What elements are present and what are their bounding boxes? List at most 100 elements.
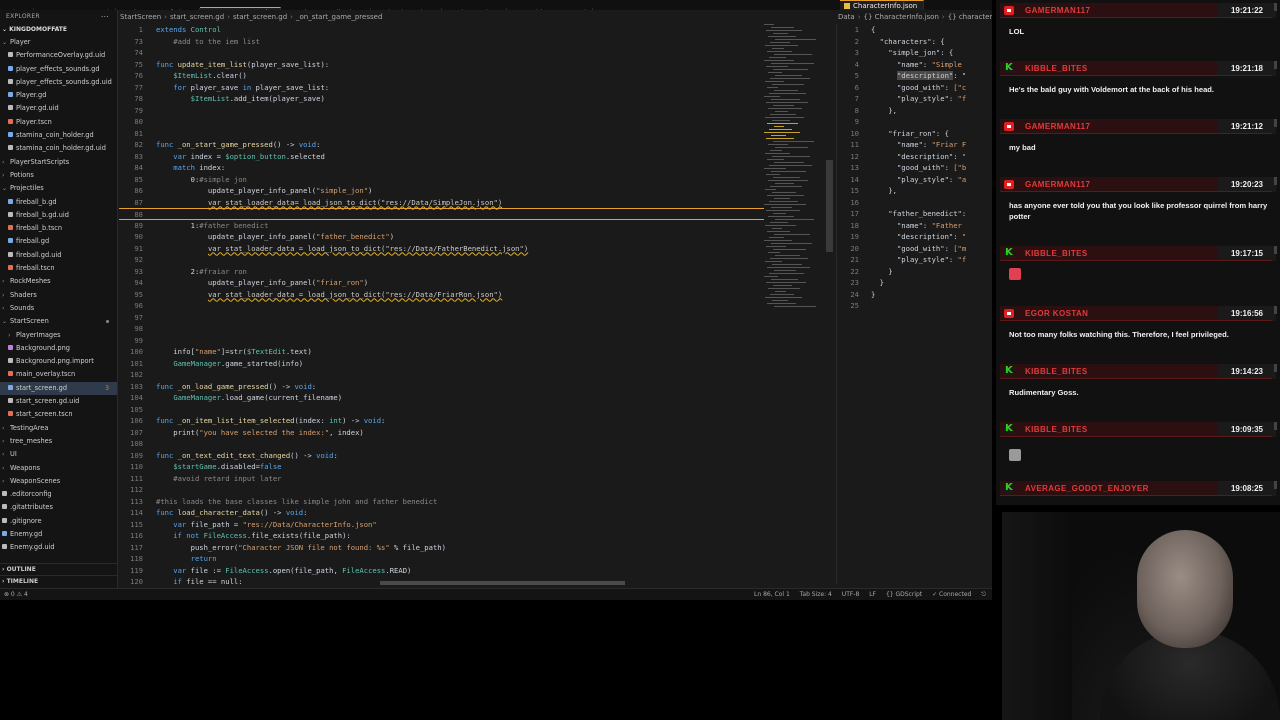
folder-item[interactable]: › PlayerImages <box>0 329 117 342</box>
file-item[interactable]: player_effects_sounds.gd <box>0 63 117 76</box>
chevron-down-icon[interactable]: ⌄ <box>2 182 10 195</box>
minimap[interactable] <box>764 24 820 324</box>
json-line[interactable]: 11 "name": "Friar F <box>837 139 966 151</box>
json-line[interactable]: 4 "name": "Simple <box>837 59 962 71</box>
tab-size[interactable]: Tab Size: 4 <box>800 591 832 598</box>
json-line[interactable]: 10 "friar_ron": { <box>837 128 949 140</box>
json-line[interactable]: 24} <box>837 289 875 301</box>
editor-tab[interactable]: start_screen.gd 3 <box>200 7 282 10</box>
json-line[interactable]: 25 <box>837 300 871 312</box>
file-item[interactable]: player_effects_sounds.gd.uid <box>0 76 117 89</box>
code-line[interactable]: 88 <box>119 208 764 220</box>
json-line[interactable]: 9 <box>837 116 871 128</box>
file-item[interactable]: Player.gd.uid <box>0 102 117 115</box>
file-item[interactable]: fireball_b.gd.uid <box>0 209 117 222</box>
json-line[interactable]: 12 "description": " <box>837 151 966 163</box>
json-line[interactable]: 23 } <box>837 277 884 289</box>
code-line[interactable]: 99 <box>119 335 834 347</box>
language-mode[interactable]: {} GDScript <box>886 591 922 598</box>
code-line[interactable]: 118 return <box>119 553 834 565</box>
code-line[interactable]: 100 info["name"]=str($TextEdit.text) <box>119 346 834 358</box>
problems-indicator[interactable]: ⊗ 0 ⚠ 4 <box>4 589 28 600</box>
editor-tab[interactable]: CharacterInfo.json <box>116 8 201 10</box>
code-line[interactable]: 104 GameManager.load_game(current_filena… <box>119 392 834 404</box>
code-line[interactable]: 112 <box>119 484 834 496</box>
json-line[interactable]: 15 }, <box>837 185 897 197</box>
code-line[interactable]: 114 func load_character_data() -> void: <box>119 507 834 519</box>
json-line[interactable]: 2 "characters": { <box>837 36 945 48</box>
json-line[interactable]: 21 "play_style": "f <box>837 254 966 266</box>
folder-item[interactable]: › Shaders <box>0 289 117 302</box>
file-item[interactable]: stamina_coin_holder.gd.uid <box>0 142 117 155</box>
code-line[interactable]: 105 <box>119 404 834 416</box>
code-line[interactable]: 97 <box>119 312 834 324</box>
folder-item[interactable]: › Weapons <box>0 462 117 475</box>
file-item[interactable]: start_screen.gd 3 <box>0 381 117 396</box>
code-line[interactable]: 109 func _on_text_edit_text_changed() -> … <box>119 450 834 462</box>
code-line[interactable]: 116 if not FileAccess.file_exists(file_p… <box>119 530 834 542</box>
chevron-right-icon[interactable]: › <box>2 475 10 488</box>
chevron-right-icon[interactable]: › <box>2 275 10 288</box>
code-line[interactable]: 107 print("you have selected the index:"… <box>119 427 834 439</box>
file-item[interactable]: Player.tscn <box>0 116 117 129</box>
code-line[interactable]: 74 <box>119 47 834 59</box>
code-line[interactable]: 75 func update_item_list(player_save_list… <box>119 59 834 71</box>
chevron-right-icon[interactable]: › <box>2 289 10 302</box>
chevron-right-icon[interactable]: › <box>2 302 10 315</box>
tab-character-info-json-right[interactable]: CharacterInfo.json <box>840 0 925 10</box>
file-item[interactable]: fireball.gd <box>0 235 117 248</box>
cursor-position[interactable]: Ln 86, Col 1 <box>754 591 790 598</box>
json-line[interactable]: 1{ <box>837 24 876 36</box>
chevron-right-icon[interactable]: › <box>2 156 10 169</box>
json-line[interactable]: 6 "good_with": ["c <box>837 82 967 94</box>
file-item[interactable]: fireball.gd.uid <box>0 249 117 262</box>
code-line[interactable]: 82 func _on_start_game_pressed() -> void: <box>119 139 834 151</box>
code-line[interactable]: 81 <box>119 128 834 140</box>
editor-tab[interactable]: FatherBenedict.json <box>281 8 371 10</box>
json-line[interactable]: 14 "play_style": "a <box>837 174 966 186</box>
code-line[interactable]: 80 <box>119 116 834 128</box>
file-item[interactable]: fireball_b.tscn <box>0 222 117 235</box>
code-line[interactable]: 95 var stat_loader_data = load_json_to_d… <box>119 289 834 301</box>
code-line[interactable]: 110 $startGame.disabled=false <box>119 461 834 473</box>
breadcrumb-item[interactable]: start_screen.gd <box>233 13 287 21</box>
file-item[interactable]: PerformanceOverlay.gd.uid <box>0 49 117 62</box>
json-line[interactable]: 5 "description": " <box>837 70 966 82</box>
vertical-scrollbar[interactable] <box>826 160 833 252</box>
chevron-down-icon[interactable]: ⌄ <box>2 36 10 49</box>
file-item[interactable]: fireball_b.gd <box>0 196 117 209</box>
folder-item[interactable]: › tree_meshes <box>0 435 117 448</box>
code-line[interactable]: 94 update_player_info_panel("friar_ron") <box>119 277 834 289</box>
code-line[interactable]: 77 for player_save in player_save_list: <box>119 82 834 94</box>
folder-item[interactable]: ⌄ Projectiles <box>0 182 117 195</box>
code-line[interactable]: 113 #this loads the base classes like sim… <box>119 496 834 508</box>
godot-connection-status[interactable]: ✓ Connected <box>932 591 971 598</box>
code-line[interactable]: 84 match index: <box>119 162 834 174</box>
code-line[interactable]: 93 2:#fraiar ron <box>119 266 834 278</box>
editor-tab[interactable]: StealthManager.gd <box>507 8 594 10</box>
json-line[interactable]: 3 "simple_jon": { <box>837 47 954 59</box>
code-line[interactable]: 115 var file_path = "res://Data/Characte… <box>119 519 834 531</box>
code-line[interactable]: 76 $ItemList.clear() <box>119 70 834 82</box>
file-item[interactable]: Enemy.gd <box>0 528 117 541</box>
json-line[interactable]: 17 "father_benedict": <box>837 208 966 220</box>
code-line[interactable]: 117 push_error("Character JSON file not … <box>119 542 834 554</box>
json-editor-pane[interactable]: 1{2 "characters": {3 "simple_jon": {4 "n… <box>836 24 992 584</box>
file-item[interactable]: start_screen.gd.uid <box>0 395 117 408</box>
breadcrumb-item[interactable]: start_screen.gd <box>170 13 224 21</box>
code-area[interactable]: 1 extends Control 73 #add to the iem list 7… <box>119 24 834 584</box>
json-line[interactable]: 18 "name": "Father <box>837 220 962 232</box>
json-line[interactable]: 16 <box>837 197 871 209</box>
file-item[interactable]: stamina_coin_holder.gd <box>0 129 117 142</box>
json-line[interactable]: 20 "good_with": ["m <box>837 243 966 255</box>
editor-tab[interactable]: FriarRon.json <box>442 8 508 10</box>
json-line[interactable]: 7 "play_style": "f <box>837 93 967 105</box>
encoding[interactable]: UTF-8 <box>842 591 860 598</box>
horizontal-scrollbar[interactable] <box>380 581 625 585</box>
code-line[interactable]: 98 <box>119 323 834 335</box>
code-line[interactable]: 111 #avoid retard input later <box>119 473 834 485</box>
file-item[interactable]: main_overlay.tscn <box>0 368 117 381</box>
outline-section[interactable]: › OUTLINE <box>0 563 117 575</box>
chevron-down-icon[interactable]: ⌄ <box>2 315 10 328</box>
code-line[interactable]: 90 update_player_info_panel("father_bene… <box>119 231 834 243</box>
